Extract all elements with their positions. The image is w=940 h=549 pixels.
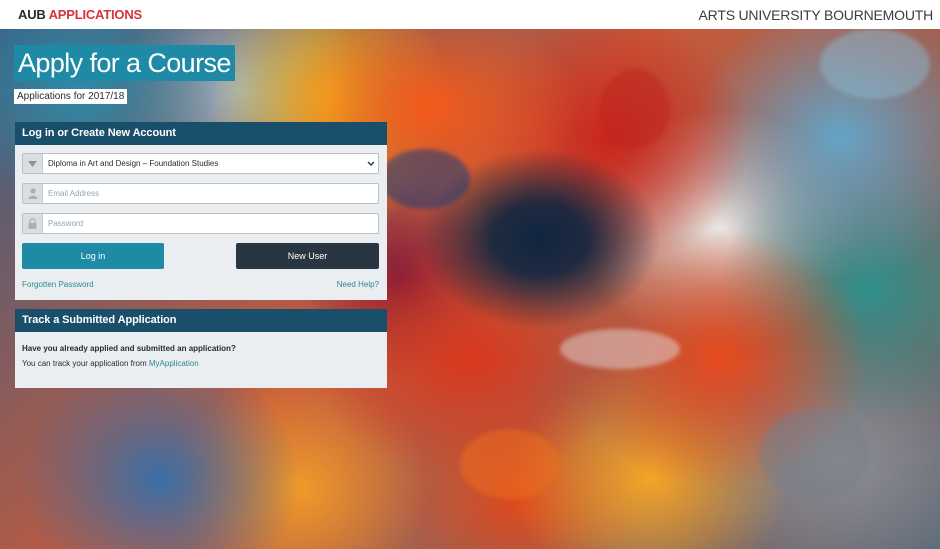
login-panel-heading: Log in or Create New Account <box>15 122 387 145</box>
paint-cloud <box>460 429 560 499</box>
forgotten-password-link[interactable]: Forgotten Password <box>22 280 94 289</box>
track-panel-heading: Track a Submitted Application <box>15 309 387 332</box>
track-question: Have you already applied and submitted a… <box>22 344 236 353</box>
top-bar: AUB APPLICATIONS ARTS UNIVERSITY BOURNEMO… <box>0 0 940 29</box>
paint-cloud <box>600 69 670 149</box>
new-user-button[interactable]: New User <box>236 243 379 269</box>
email-field[interactable] <box>22 183 379 204</box>
lock-icon <box>23 214 43 233</box>
chevron-down-icon[interactable] <box>364 161 378 167</box>
logo-applications-text: APPLICATIONS <box>48 7 143 22</box>
paint-cloud <box>820 29 930 99</box>
logo-aub-text: AUB <box>18 7 46 22</box>
university-name: ARTS UNIVERSITY BOURNEMOUTH <box>698 6 934 23</box>
email-input[interactable] <box>43 184 378 203</box>
aub-logo[interactable]: AUB APPLICATIONS <box>18 7 142 22</box>
need-help-link[interactable]: Need Help? <box>337 280 379 289</box>
password-input[interactable] <box>43 214 378 233</box>
user-icon <box>23 184 43 203</box>
course-select[interactable]: Diploma in Art and Design – Foundation S… <box>22 153 379 174</box>
password-field[interactable] <box>22 213 379 234</box>
paint-cloud <box>560 329 680 369</box>
application-year-label: Applications for 2017/18 <box>14 89 128 104</box>
page-title: Apply for a Course <box>14 45 235 81</box>
login-panel: Log in or Create New Account Diploma in … <box>15 122 387 300</box>
login-button[interactable]: Log in <box>22 243 164 269</box>
myapplication-link[interactable]: MyApplication <box>149 359 199 368</box>
paint-cloud <box>380 149 470 209</box>
select-indicator-icon <box>23 154 43 173</box>
course-select-value: Diploma in Art and Design – Foundation S… <box>48 159 219 168</box>
track-answer-text: You can track your application from <box>22 359 149 368</box>
track-answer: You can track your application from MyAp… <box>22 359 199 368</box>
track-application-panel: Track a Submitted Application Have you a… <box>15 309 387 388</box>
paint-cloud <box>760 409 870 499</box>
